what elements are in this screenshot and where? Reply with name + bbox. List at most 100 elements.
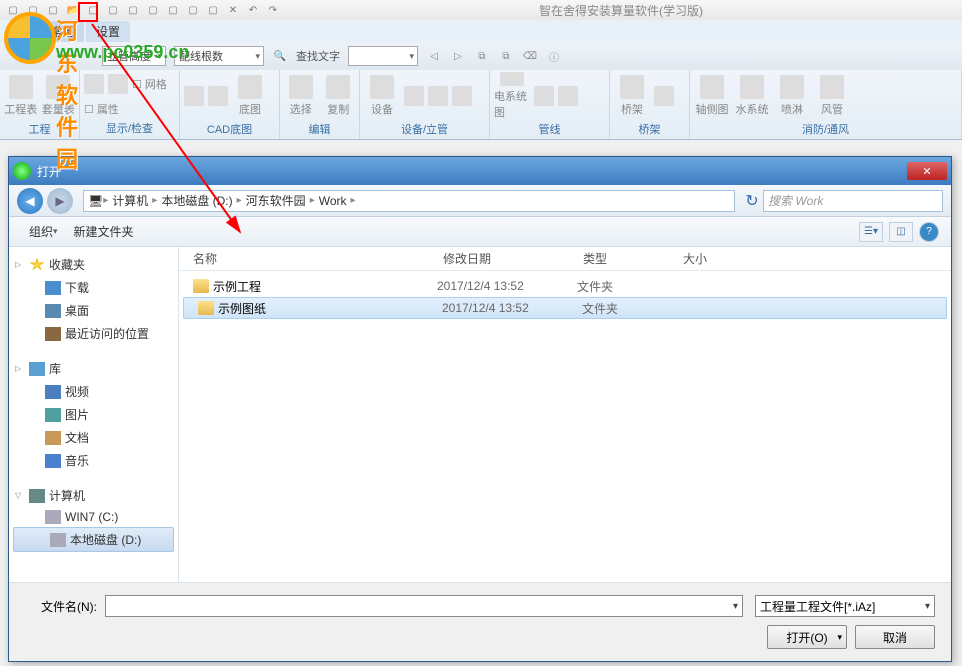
pipe-icon2[interactable]: [558, 86, 578, 106]
ribbon: 工程表 套量表 工程 ☐ 网格 ☐ 属性 显示/检查 底图 CAD底图 选择 复…: [0, 70, 962, 140]
qat-icon8[interactable]: ▢: [144, 1, 162, 19]
help-button[interactable]: ?: [919, 222, 939, 242]
qat-icon10[interactable]: ▢: [184, 1, 202, 19]
wiring-combo[interactable]: 配线根数: [174, 46, 264, 66]
file-row[interactable]: 示例工程 2017/12/4 13:52 文件夹: [179, 275, 951, 297]
grid-checkbox[interactable]: ☐ 网格: [132, 76, 167, 92]
display-icon1[interactable]: [84, 74, 104, 94]
duct-button[interactable]: 风管: [814, 72, 850, 120]
tab-common[interactable]: 常用: [40, 21, 84, 42]
sidebar-computer[interactable]: 计算机: [9, 484, 178, 507]
info-icon[interactable]: ⓘ: [546, 48, 562, 64]
col-type[interactable]: 类型: [575, 250, 675, 267]
qat-open-icon[interactable]: ▢: [24, 1, 42, 19]
col-name[interactable]: 名称: [185, 250, 435, 267]
sidebar-desktop[interactable]: 桌面: [9, 299, 178, 322]
crumb-disk[interactable]: 本地磁盘 (D:): [157, 192, 236, 209]
dialog-title: 打开: [37, 163, 907, 180]
sidebar-recent[interactable]: 最近访问的位置: [9, 322, 178, 345]
sidebar-favorites[interactable]: 收藏夹: [9, 253, 178, 276]
cad-icon1[interactable]: [184, 86, 204, 106]
qat-icon9[interactable]: ▢: [164, 1, 182, 19]
qat-redo-icon[interactable]: ↷: [264, 1, 282, 19]
sidebar-documents[interactable]: 文档: [9, 426, 178, 449]
cancel-button[interactable]: 取消: [855, 625, 935, 649]
file-filter-combo[interactable]: 工程量工程文件[*.iAz]: [755, 595, 935, 617]
pipe-icon1[interactable]: [534, 86, 554, 106]
sidebar-libraries[interactable]: 库: [9, 357, 178, 380]
group-display-check: 显示/检查: [84, 119, 175, 137]
ribbon-tab-bar: 常用 设置: [0, 20, 962, 42]
group-device: 设备/立管: [364, 120, 485, 138]
crumb-folder2[interactable]: Work: [315, 194, 351, 208]
refresh-button[interactable]: ↻: [741, 190, 763, 212]
file-row[interactable]: 示例图纸 2017/12/4 13:52 文件夹: [183, 297, 947, 319]
new-folder-button[interactable]: 新建文件夹: [66, 221, 142, 242]
nav-left-icon[interactable]: ◁: [426, 48, 442, 64]
device-icon2[interactable]: [428, 86, 448, 106]
close-button[interactable]: ✕: [907, 162, 947, 180]
water-sys-button[interactable]: 水系统: [734, 72, 770, 120]
paste-icon[interactable]: ⧉: [498, 48, 514, 64]
view-options-button[interactable]: ☰▾: [859, 222, 883, 242]
sidebar-downloads[interactable]: 下载: [9, 276, 178, 299]
project-table-button[interactable]: 工程表: [4, 72, 38, 120]
breadcrumb-computer-icon: 🖥: [88, 194, 103, 208]
col-date[interactable]: 修改日期: [435, 250, 575, 267]
group-pipe: 管线: [494, 120, 605, 138]
column-headers: 名称 修改日期 类型 大小: [179, 247, 951, 271]
search-combo[interactable]: [348, 46, 418, 66]
qat-icon6[interactable]: ▢: [104, 1, 122, 19]
open-dialog: 打开 ✕ ◀ ▶ 🖥 ▸ 计算机 ▸ 本地磁盘 (D:) ▸ 河东软件园 ▸ W…: [8, 156, 952, 662]
elec-diagram-button[interactable]: 电系统图: [494, 72, 530, 120]
qat-new-icon[interactable]: ▢: [4, 1, 22, 19]
copy-button[interactable]: 复制: [322, 72, 356, 120]
qat-close-icon[interactable]: ✕: [224, 1, 242, 19]
volume-table-button[interactable]: 套量表: [42, 72, 76, 120]
bridge-icon1[interactable]: [654, 86, 674, 106]
crumb-folder1[interactable]: 河东软件园: [242, 192, 310, 209]
axon-button[interactable]: 轴侧图: [694, 72, 730, 120]
device-button[interactable]: 设备: [364, 72, 400, 120]
preview-pane-button[interactable]: ◫: [889, 222, 913, 242]
nav-back-button[interactable]: ◀: [17, 188, 43, 214]
display-icon2[interactable]: [108, 74, 128, 94]
app-title: 智在舍得安装算量软件(学习版): [284, 2, 958, 19]
search-text-label: 查找文字: [296, 48, 340, 64]
sidebar: 收藏夹 下载 桌面 最近访问的位置 库 视频 图片 文档 音乐 计算机 WIN7…: [9, 247, 179, 582]
copy-icon[interactable]: ⧉: [474, 48, 490, 64]
breadcrumb[interactable]: 🖥 ▸ 计算机 ▸ 本地磁盘 (D:) ▸ 河东软件园 ▸ Work ▸: [83, 190, 735, 212]
cad-icon2[interactable]: [208, 86, 228, 106]
crumb-computer[interactable]: 计算机: [108, 192, 152, 209]
qat-icon11[interactable]: ▢: [204, 1, 222, 19]
organize-button[interactable]: 组织: [21, 221, 66, 242]
qat-icon7[interactable]: ▢: [124, 1, 142, 19]
sprinkler-button[interactable]: 喷淋: [774, 72, 810, 120]
basemap-button[interactable]: 底图: [232, 72, 268, 120]
bridge-button[interactable]: 桥架: [614, 72, 650, 120]
prop-checkbox[interactable]: ☐ 属性: [84, 101, 119, 117]
nav-right-icon[interactable]: ▷: [450, 48, 466, 64]
search-input[interactable]: 搜索 Work: [763, 190, 943, 212]
height-combo[interactable]: 立管高度: [102, 46, 166, 66]
dialog-body: 收藏夹 下载 桌面 最近访问的位置 库 视频 图片 文档 音乐 计算机 WIN7…: [9, 247, 951, 582]
device-icon1[interactable]: [404, 86, 424, 106]
filename-input[interactable]: [105, 595, 743, 617]
delete-icon[interactable]: ⌫: [522, 48, 538, 64]
binoculars-icon[interactable]: 🔍: [272, 48, 288, 64]
qat-save-icon[interactable]: ▢: [44, 1, 62, 19]
filename-label: 文件名(N):: [25, 598, 105, 615]
device-icon3[interactable]: [452, 86, 472, 106]
open-button[interactable]: 打开(O): [767, 625, 847, 649]
tab-settings[interactable]: 设置: [86, 21, 130, 42]
nav-forward-button[interactable]: ▶: [47, 188, 73, 214]
select-button[interactable]: 选择: [284, 72, 318, 120]
col-size[interactable]: 大小: [675, 250, 755, 267]
sidebar-disk-c[interactable]: WIN7 (C:): [9, 507, 178, 527]
dialog-app-icon: [13, 162, 31, 180]
sidebar-music[interactable]: 音乐: [9, 449, 178, 472]
sidebar-videos[interactable]: 视频: [9, 380, 178, 403]
qat-undo-icon[interactable]: ↶: [244, 1, 262, 19]
sidebar-disk-d[interactable]: 本地磁盘 (D:): [13, 527, 174, 552]
sidebar-pictures[interactable]: 图片: [9, 403, 178, 426]
